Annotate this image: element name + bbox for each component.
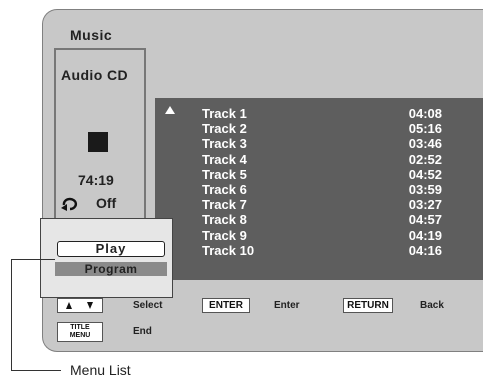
total-time: 74:19 <box>78 172 114 188</box>
track-time: 05:16 <box>408 121 442 137</box>
screen-title: Music <box>70 27 113 43</box>
repeat-icon <box>61 197 78 211</box>
track-row[interactable]: Track 4 02:52 <box>202 151 442 167</box>
track-name: Track 1 <box>202 106 247 121</box>
track-time: 04:52 <box>408 166 442 182</box>
play-menu-item[interactable]: Play <box>57 241 165 257</box>
end-label: End <box>133 326 152 337</box>
track-name: Track 2 <box>202 121 247 137</box>
arrow-keys-button <box>57 298 103 313</box>
track-name: Track 6 <box>202 182 247 197</box>
track-row[interactable]: Track 3 03:46 <box>202 136 442 152</box>
track-row[interactable]: Track 1 04:08 <box>202 106 442 121</box>
track-row[interactable]: Track 9 04:19 <box>202 227 442 243</box>
track-time: 04:57 <box>408 212 442 228</box>
callout-line <box>11 259 12 370</box>
track-time: 02:52 <box>408 151 442 167</box>
title-key-line1: TITLE <box>70 324 90 331</box>
return-key: RETURN <box>343 298 393 313</box>
track-row[interactable]: Track 8 04:57 <box>202 212 442 228</box>
track-time: 03:46 <box>408 136 442 152</box>
track-time: 04:16 <box>408 242 442 258</box>
track-row[interactable]: Track 7 03:27 <box>202 197 442 213</box>
track-time: 03:27 <box>408 197 442 213</box>
enter-key: ENTER <box>202 298 250 313</box>
track-name: Track 8 <box>202 212 247 228</box>
track-time: 03:59 <box>408 182 442 197</box>
track-time: 04:19 <box>408 227 442 243</box>
callout-label: Menu List <box>70 362 131 378</box>
track-name: Track 9 <box>202 227 247 243</box>
track-row[interactable]: Track 5 04:52 <box>202 166 442 182</box>
track-row[interactable]: Track 6 03:59 <box>202 182 442 197</box>
up-down-arrows-icon <box>66 302 93 309</box>
track-name: Track 4 <box>202 151 247 167</box>
track-name: Track 5 <box>202 166 247 182</box>
track-row[interactable]: Track 2 05:16 <box>202 121 442 137</box>
stop-icon <box>88 132 108 152</box>
title-menu-key: TITLE MENU <box>57 322 103 342</box>
track-name: Track 7 <box>202 197 247 213</box>
callout-line <box>11 259 55 260</box>
track-name: Track 3 <box>202 136 247 152</box>
repeat-state: Off <box>96 195 117 211</box>
back-label: Back <box>420 300 444 311</box>
track-name: Track 10 <box>202 242 255 258</box>
disc-type-label: Audio CD <box>61 67 128 83</box>
callout-line <box>11 370 61 371</box>
program-menu-item[interactable]: Program <box>55 262 167 276</box>
track-time: 04:08 <box>408 106 442 121</box>
menu-list <box>40 218 173 298</box>
select-label: Select <box>133 300 163 311</box>
track-row[interactable]: Track 10 04:16 <box>202 242 442 258</box>
title-key-line2: MENU <box>69 332 91 339</box>
enter-label: Enter <box>274 300 300 311</box>
scroll-up-icon[interactable] <box>165 106 175 114</box>
